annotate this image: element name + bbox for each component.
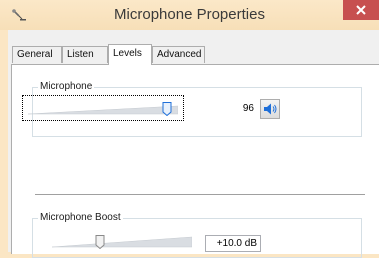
section-divider [35, 194, 365, 195]
tab-general[interactable]: General [12, 46, 62, 63]
dialog-content: General Listen Levels Advanced Microphon… [8, 30, 379, 258]
boost-value-field[interactable]: +10.0 dB [205, 235, 261, 252]
tab-advanced[interactable]: Advanced [152, 46, 205, 63]
boost-group-label: Microphone Boost [38, 212, 123, 224]
microphone-slider-track [28, 105, 178, 115]
boost-slider-track [52, 236, 192, 248]
microphone-slider-thumb[interactable] [162, 102, 172, 116]
tab-listen[interactable]: Listen [62, 46, 108, 63]
close-icon [356, 5, 366, 15]
close-button[interactable] [343, 0, 379, 20]
levels-panel: Microphone 96 Microphone Boost +10.0 dB [11, 64, 379, 258]
tab-levels[interactable]: Levels [108, 44, 152, 65]
title-bar[interactable]: Microphone Properties [0, 0, 379, 30]
microphone-group-label: Microphone [38, 81, 95, 93]
window-title: Microphone Properties [114, 6, 265, 23]
microphone-level-slider[interactable] [28, 98, 178, 118]
speaker-icon [264, 103, 277, 115]
boost-slider-thumb[interactable] [95, 235, 105, 249]
boost-slider[interactable] [52, 231, 192, 251]
mute-button[interactable] [260, 99, 280, 119]
microphone-level-value[interactable]: 96 [224, 103, 254, 115]
